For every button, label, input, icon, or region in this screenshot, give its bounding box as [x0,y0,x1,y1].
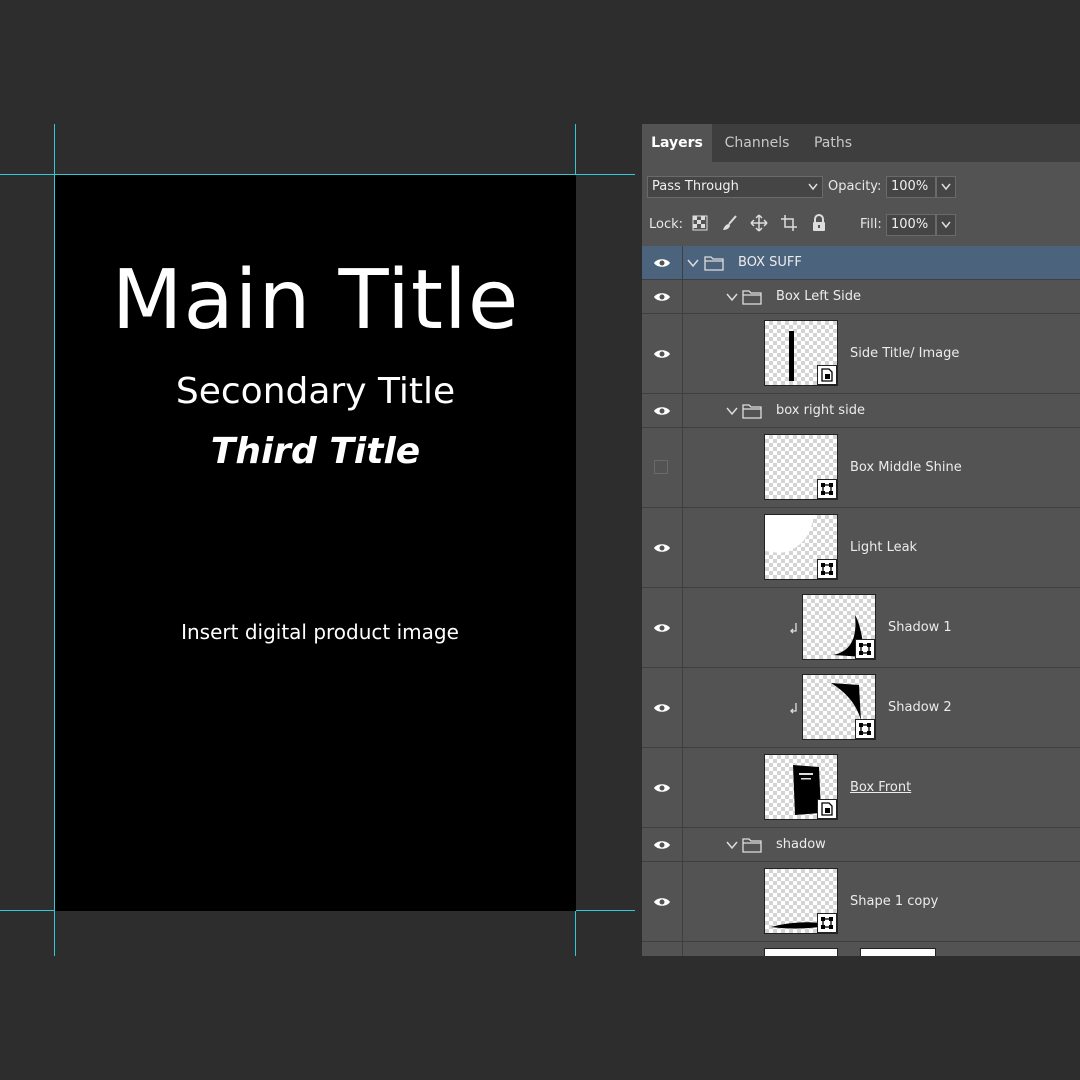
layer-name: Box Left Side [776,288,862,304]
visibility-cell[interactable] [642,862,683,941]
layer-name: BOX SUFF [738,254,802,270]
visibility-cell[interactable] [642,828,683,861]
fill-dropdown-button[interactable] [936,214,956,236]
eye-icon[interactable] [653,896,671,908]
visibility-cell[interactable] [642,942,683,956]
shape-layer-badge-icon [817,479,837,499]
opacity-label: Opacity: [828,179,882,194]
layer-name: Box Middle Shine [850,459,962,475]
panel-tab-bar: Layers Channels Paths [642,124,1080,162]
visibility-cell[interactable] [642,314,683,393]
lock-label: Lock: [649,217,684,232]
artboard-icon[interactable] [780,214,798,232]
layer-row[interactable]: BOX SUFF [642,246,1080,280]
product-image-placeholder-text: Insert digital product image [181,620,459,644]
layer-row[interactable]: shadow [642,828,1080,862]
blend-mode-select[interactable]: Pass Through [647,176,823,198]
blend-mode-value: Pass Through [652,179,739,194]
layer-name: Shape 1 copy [850,893,939,909]
main-title-text: Main Title [111,253,520,348]
smart-object-badge-icon [817,799,837,819]
opacity-dropdown-button[interactable] [936,176,956,198]
layer-name: box right side [776,402,865,418]
transparency-lock-icon[interactable] [691,214,709,232]
layer-row[interactable]: Box Left Side [642,280,1080,314]
eye-icon[interactable] [653,702,671,714]
visibility-cell[interactable] [642,394,683,427]
visibility-cell[interactable] [642,668,683,747]
third-title-text: Third Title [210,431,421,472]
padlock-icon[interactable] [810,214,828,232]
layer-name: shadow [776,836,826,852]
layer-thumbnail [764,754,838,820]
folder-icon [742,289,762,305]
secondary-title-text: Secondary Title [175,371,456,412]
layer-row[interactable]: Shadow 1 [642,588,1080,668]
layer-name: Side Title/ Image [850,345,960,361]
visibility-cell[interactable] [642,280,683,313]
eye-icon[interactable] [653,839,671,851]
clipping-mask-arrow-icon [790,702,797,713]
layer-thumbnail [802,674,876,740]
visibility-cell[interactable] [642,748,683,827]
layer-name: Shadow 1 [888,619,952,635]
smart-object-badge-icon [817,365,837,385]
fill-input[interactable]: 100% [886,214,936,236]
document-canvas[interactable]: Main Title Secondary Title Third Title I… [55,175,576,911]
layer-row-partial[interactable] [642,942,1080,956]
layer-row[interactable]: box right side [642,394,1080,428]
folder-icon [742,403,762,419]
eye-icon[interactable] [653,782,671,794]
layer-name: Shadow 2 [888,699,952,715]
chevron-down-icon [941,183,951,191]
chevron-down-icon[interactable] [726,292,738,302]
eye-icon[interactable] [653,348,671,360]
layers-panel: Layers Channels Paths Pass Through Opaci… [642,124,1080,956]
layer-name: Light Leak [850,539,918,555]
visibility-cell[interactable] [642,428,683,507]
layer-thumbnail [764,320,838,386]
chevron-down-icon [941,221,951,229]
chevron-down-icon[interactable] [726,406,738,416]
eye-icon[interactable] [653,622,671,634]
shape-layer-badge-icon [817,913,837,933]
layer-row[interactable]: Shadow 2 [642,668,1080,748]
eye-icon[interactable] [653,405,671,417]
layer-name: Box Front [850,779,912,795]
layer-row[interactable]: Box Middle Shine [642,428,1080,508]
layer-row[interactable]: Light Leak [642,508,1080,588]
visibility-cell[interactable] [642,508,683,587]
brush-icon[interactable] [721,214,739,232]
eye-icon[interactable] [653,542,671,554]
layer-thumbnail [764,434,838,500]
shape-layer-badge-icon [855,639,875,659]
tab-channels[interactable]: Channels [714,124,800,162]
move-icon[interactable] [750,214,768,232]
layer-row[interactable]: Shape 1 copy [642,862,1080,942]
layer-thumbnail [802,594,876,660]
eye-icon[interactable] [653,291,671,303]
visibility-cell[interactable] [642,588,683,667]
folder-icon [742,837,762,853]
layer-thumbnail [764,948,838,956]
visibility-toggle-off[interactable] [654,459,668,474]
opacity-input[interactable]: 100% [886,176,936,198]
layer-thumbnail [764,868,838,934]
chevron-down-icon [808,183,818,191]
layer-row[interactable]: Box Front [642,748,1080,828]
eye-icon[interactable] [653,257,671,269]
chevron-down-icon[interactable] [726,840,738,850]
fill-label: Fill: [860,217,882,232]
tab-paths[interactable]: Paths [802,124,864,162]
layer-row[interactable]: Side Title/ Image [642,314,1080,394]
tab-layers[interactable]: Layers [642,124,712,162]
layer-thumbnail [764,514,838,580]
shape-layer-badge-icon [855,719,875,739]
chevron-down-icon[interactable] [687,258,699,268]
clipping-mask-arrow-icon [790,622,797,633]
layer-mask-thumbnail [860,948,936,956]
folder-icon [704,255,724,271]
shape-layer-badge-icon [817,559,837,579]
visibility-cell[interactable] [642,246,683,279]
